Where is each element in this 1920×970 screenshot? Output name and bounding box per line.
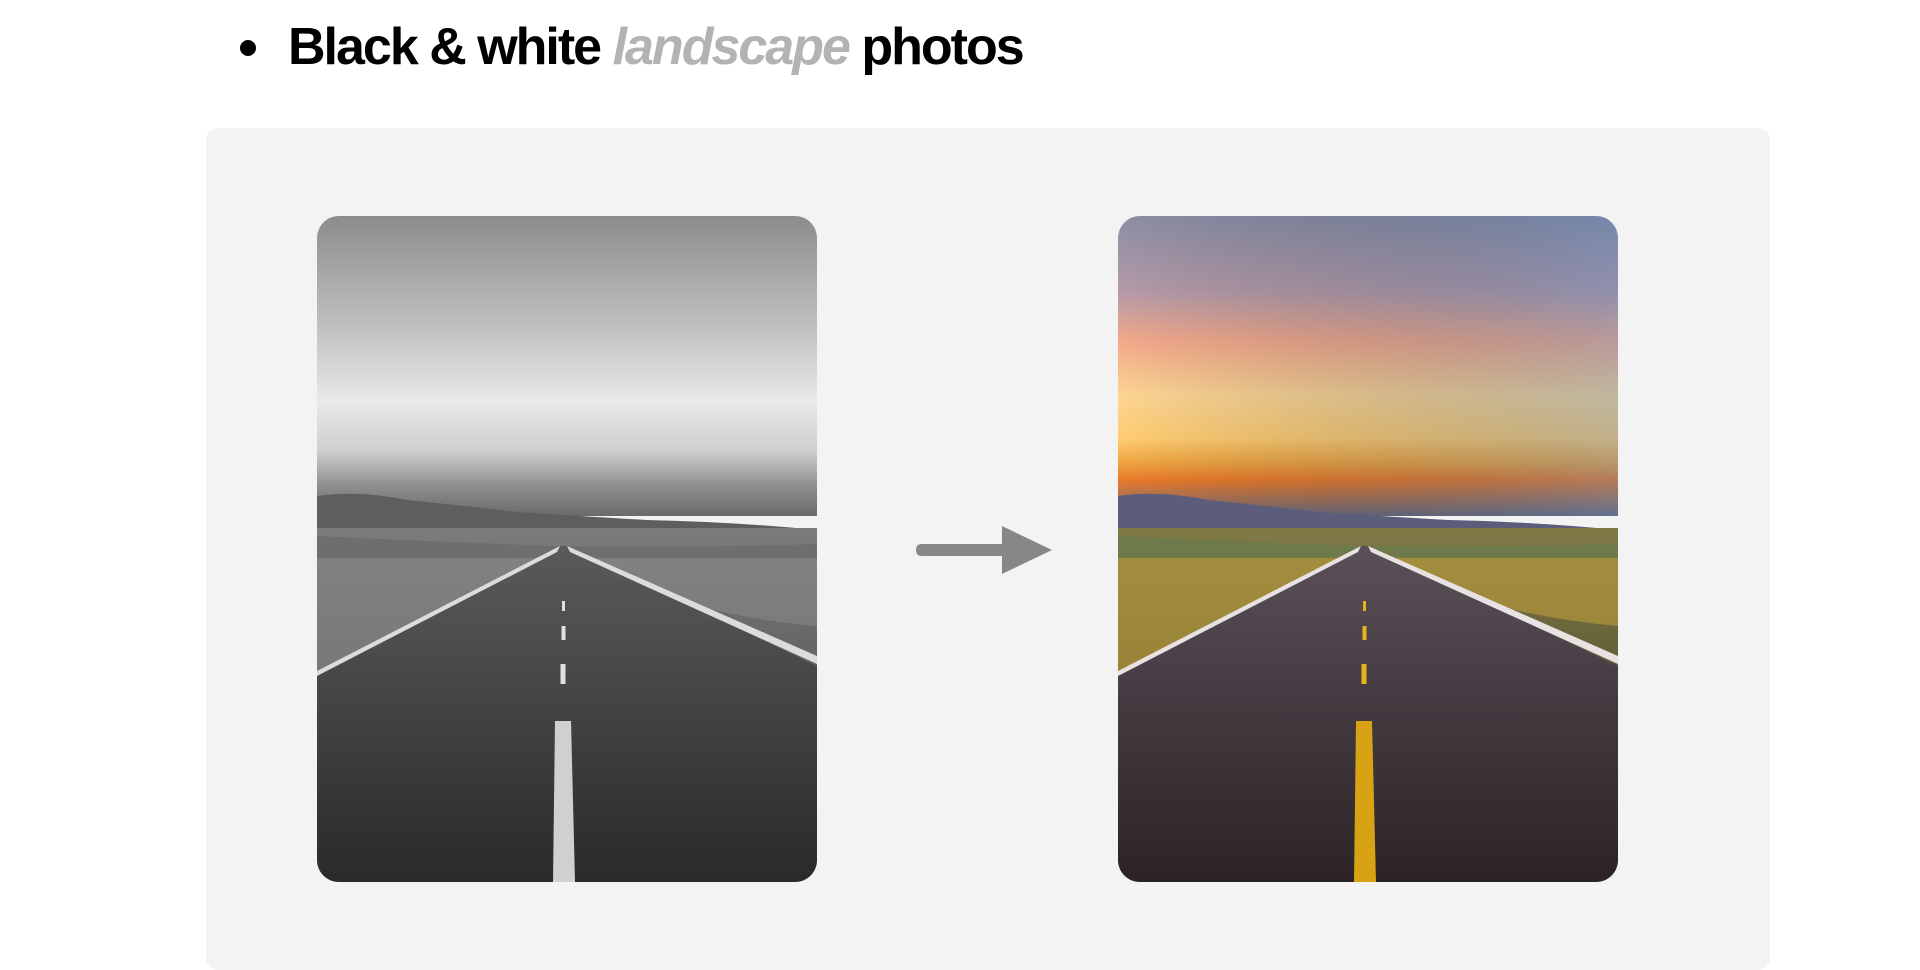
arrow-right-icon: [916, 526, 1052, 574]
heading-part-1: Black & white: [288, 18, 602, 76]
page-heading: Black & white landscape photos: [288, 12, 1025, 82]
heading-part-3: photos: [861, 18, 1024, 76]
heading-part-2: landscape: [612, 18, 851, 76]
bullet-marker: [240, 40, 256, 56]
bw-landscape-photo: [317, 216, 817, 882]
colorized-landscape-photo: [1118, 216, 1618, 882]
page: Black & white landscape photos: [0, 0, 1920, 970]
